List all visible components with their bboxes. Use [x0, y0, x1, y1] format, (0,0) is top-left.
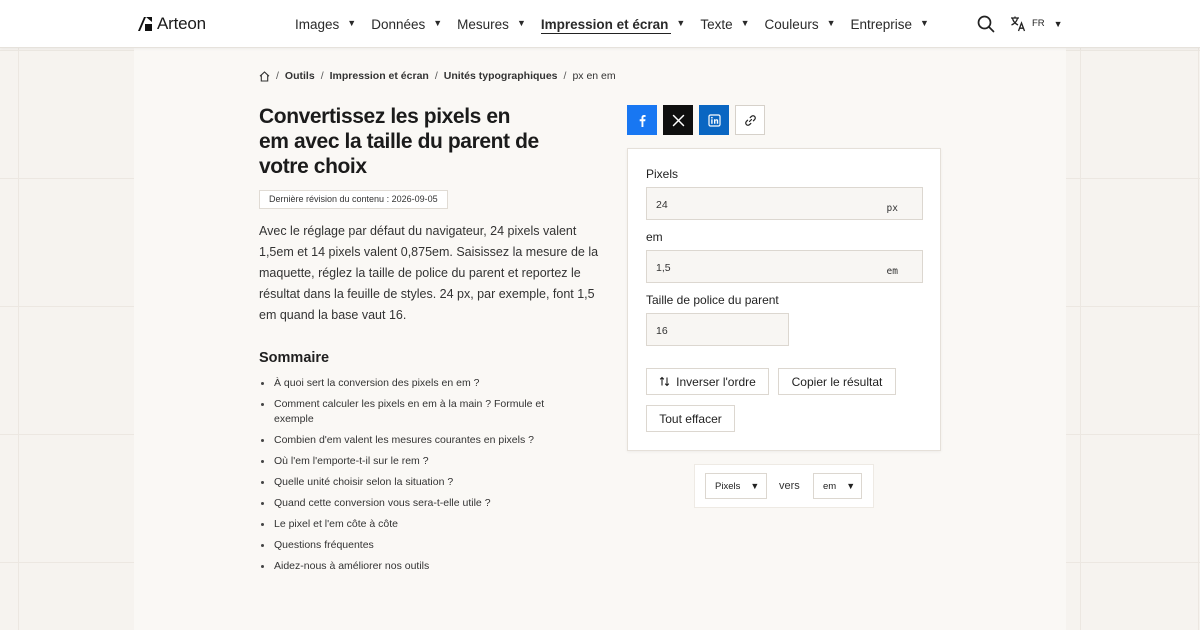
em-value: 1,5	[656, 262, 671, 274]
chevron-down-icon: ▼	[826, 18, 836, 28]
intro-paragraph: Avec le réglage par défaut du navigateur…	[259, 224, 599, 322]
table-of-contents: À quoi sert la conversion des pixels en …	[259, 376, 559, 580]
em-input[interactable]: 1,5 em	[646, 250, 923, 283]
share-facebook-button[interactable]	[627, 105, 657, 135]
nav-label: Couleurs	[764, 16, 819, 32]
parent-size-value: 16	[656, 325, 668, 337]
nav-item-mesures[interactable]: Mesures ▼	[457, 0, 526, 48]
toc-item[interactable]: À quoi sert la conversion des pixels en …	[259, 376, 559, 391]
nav-label: Images	[295, 16, 340, 32]
breadcrumb-separator: /	[434, 70, 438, 82]
parent-size-label: Taille de police du parent	[646, 293, 779, 307]
page-title: Convertissez les pixels en em avec la ta…	[259, 105, 539, 178]
breadcrumb: / Outils / Impression et écran / Unités …	[259, 70, 616, 82]
breadcrumb-link-outils[interactable]: Outils	[285, 70, 315, 82]
em-label: em	[646, 230, 663, 244]
toc-item[interactable]: Questions fréquentes	[259, 538, 559, 553]
nav-item-couleurs[interactable]: Couleurs ▼	[765, 0, 836, 48]
swap-order-button[interactable]: Inverser l'ordre	[646, 368, 769, 395]
linkedin-icon	[707, 113, 721, 127]
unit-connector: vers	[779, 480, 800, 492]
copy-result-button[interactable]: Copier le résultat	[778, 368, 896, 395]
nav-item-donnees[interactable]: Données ▼	[371, 0, 442, 48]
brand-name: Arteon	[157, 14, 206, 33]
translate-icon	[1011, 16, 1026, 32]
nav-label: Impression et écran	[540, 16, 669, 32]
share-linkedin-button[interactable]	[699, 105, 729, 135]
swap-icon	[659, 376, 670, 387]
breadcrumb-current: px en em	[572, 70, 616, 82]
pixels-unit: px	[886, 203, 898, 214]
toc-item[interactable]: Comment calculer les pixels en em à la m…	[259, 397, 549, 427]
from-unit-value: Pixels	[715, 480, 741, 492]
pixels-value: 24	[656, 199, 668, 211]
breadcrumb-separator: /	[563, 70, 567, 82]
chevron-down-icon: ▼	[516, 18, 526, 28]
nav-item-texte[interactable]: Texte ▼	[700, 0, 749, 48]
chevron-down-icon: ▼	[347, 18, 357, 28]
search-button[interactable]	[977, 15, 995, 33]
x-icon	[672, 114, 684, 126]
chevron-down-icon: ▼	[846, 481, 856, 491]
toc-item[interactable]: Quand cette conversion vous sera-t-elle …	[259, 496, 559, 511]
swap-order-label: Inverser l'ordre	[676, 374, 756, 389]
nav-label: Texte	[700, 16, 733, 32]
brand-logo[interactable]: Arteon	[137, 14, 206, 34]
main-nav: Images ▼ Données ▼ Mesures ▼ Impression …	[295, 0, 944, 48]
toc-item[interactable]: Combien d'em valent les mesures courante…	[259, 433, 559, 448]
clear-all-button[interactable]: Tout effacer	[646, 405, 735, 432]
share-bar	[627, 105, 765, 135]
copy-result-label: Copier le résultat	[791, 374, 883, 389]
pixels-input[interactable]: 24 px	[646, 187, 923, 220]
toc-item[interactable]: Où l'em l'emporte-t-il sur le rem ?	[259, 454, 559, 469]
site-header: Arteon Images ▼ Données ▼ Mesures ▼ Impr…	[0, 0, 1200, 48]
chevron-down-icon: ▼	[1053, 18, 1063, 29]
clear-all-label: Tout effacer	[659, 411, 722, 426]
em-unit: em	[886, 266, 898, 277]
share-x-button[interactable]	[663, 105, 693, 135]
copy-link-button[interactable]	[735, 105, 765, 135]
toc-title: Sommaire	[259, 350, 330, 366]
nav-item-entreprise[interactable]: Entreprise ▼	[851, 0, 929, 48]
to-unit-value: em	[823, 480, 837, 492]
nav-label: Entreprise	[850, 16, 913, 32]
chevron-down-icon: ▼	[920, 18, 929, 28]
to-unit-select[interactable]: em ▼	[813, 473, 862, 499]
toc-item[interactable]: Le pixel et l'em côte à côte	[259, 517, 559, 532]
language-code: FR	[1032, 18, 1045, 29]
toc-item[interactable]: Aidez-nous à améliorer nos outils	[259, 559, 559, 574]
parent-size-input[interactable]: 16	[646, 313, 789, 346]
breadcrumb-link-unites[interactable]: Unités typographiques	[444, 70, 558, 82]
nav-item-impression-ecran[interactable]: Impression et écran ▼	[540, 0, 686, 48]
chevron-down-icon: ▼	[750, 481, 760, 491]
chevron-down-icon: ▼	[676, 18, 686, 28]
chevron-down-icon: ▼	[740, 18, 750, 28]
link-icon	[744, 114, 756, 126]
chevron-down-icon: ▼	[433, 18, 443, 28]
pixels-label: Pixels	[646, 167, 679, 181]
nav-label: Mesures	[457, 16, 509, 32]
language-selector[interactable]: FR ▼	[1010, 15, 1063, 32]
breadcrumb-separator: /	[276, 70, 279, 82]
toc-item[interactable]: Quelle unité choisir selon la situation …	[259, 475, 559, 490]
brand-logo-icon	[138, 17, 152, 31]
facebook-icon	[639, 114, 646, 127]
search-icon	[977, 15, 995, 33]
from-unit-select[interactable]: Pixels ▼	[705, 473, 767, 499]
nav-item-images[interactable]: Images ▼	[295, 0, 356, 48]
breadcrumb-separator: /	[320, 70, 324, 82]
nav-label: Données	[371, 16, 426, 32]
breadcrumb-link-impression[interactable]: Impression et écran	[330, 70, 429, 82]
home-icon[interactable]	[259, 70, 270, 82]
revision-badge: Dernière révision du contenu : 2026-09-0…	[259, 190, 448, 209]
